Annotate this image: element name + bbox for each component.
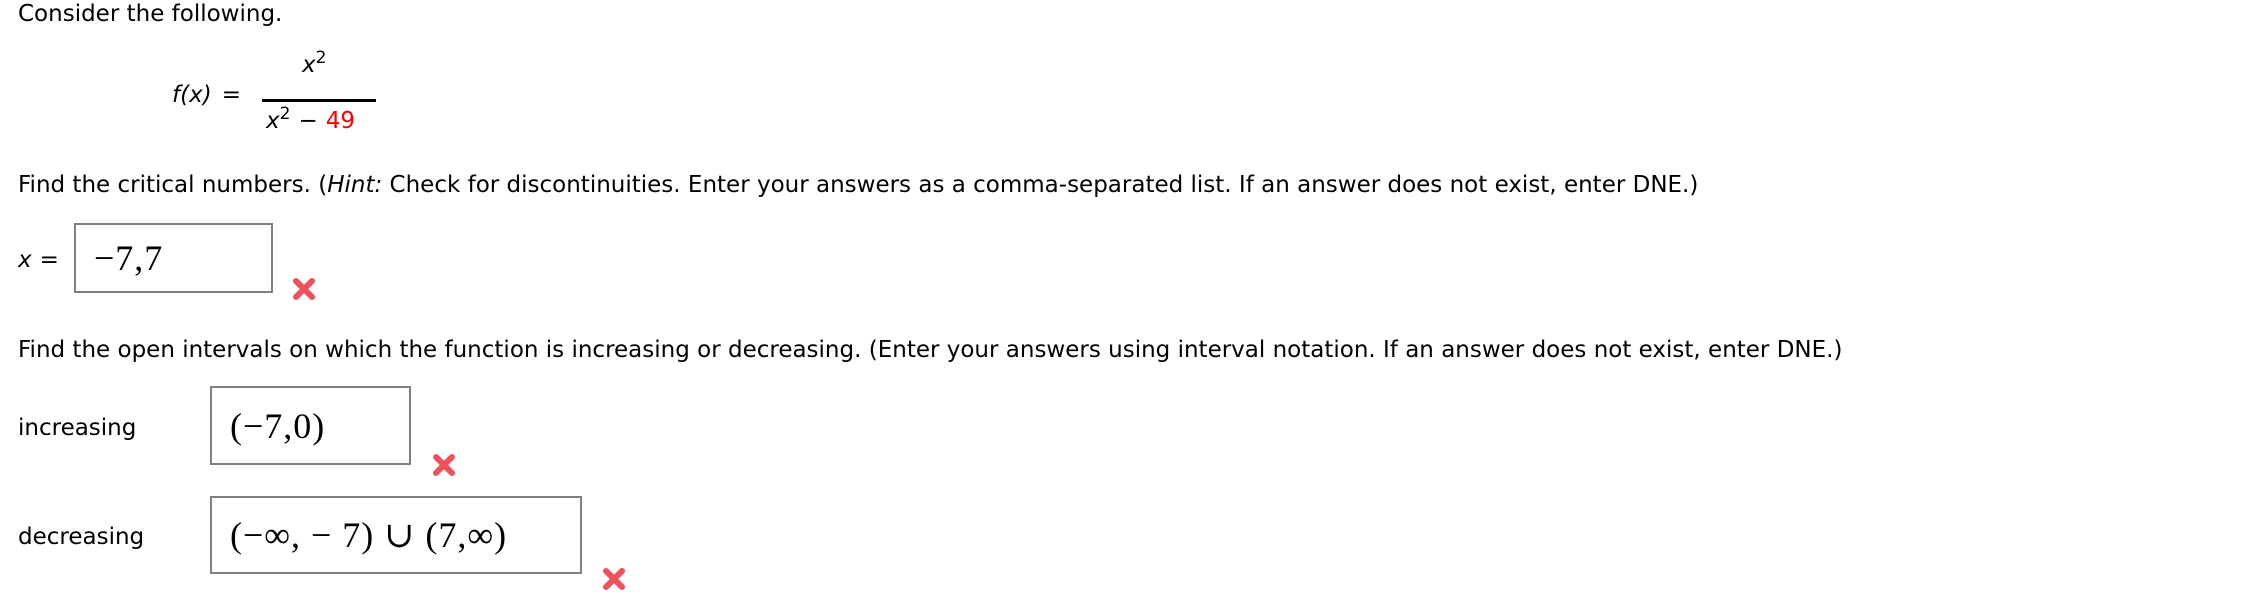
question-intervals: Find the open intervals on which the fun… xyxy=(18,337,1843,363)
equals-sign: = xyxy=(221,82,241,108)
numerator-exponent: 2 xyxy=(315,48,327,68)
fraction-denominator: x2−49 xyxy=(266,106,355,136)
increasing-value: (−7,0) xyxy=(230,405,326,446)
question-critical-numbers: Find the critical numbers. (Hint: Check … xyxy=(18,171,1698,199)
question-text: Find the critical numbers. ( xyxy=(18,172,328,198)
critical-numbers-label: x = xyxy=(18,246,59,274)
incorrect-x-icon xyxy=(433,454,455,476)
numerator-var: x xyxy=(302,52,316,78)
function-name: f xyxy=(172,82,181,108)
fraction-bar xyxy=(262,99,376,102)
hint-text: Check for discontinuities. Enter your an… xyxy=(382,172,1699,198)
function-var: x xyxy=(189,82,203,108)
x-var: x xyxy=(18,247,32,273)
intro-text: Consider the following. xyxy=(18,1,283,27)
incorrect-x-icon xyxy=(603,568,625,590)
denominator-exponent: 2 xyxy=(279,104,291,124)
increasing-label: increasing xyxy=(18,415,137,441)
incorrect-x-icon xyxy=(293,278,315,300)
critical-numbers-value: −7,7 xyxy=(94,238,164,278)
decreasing-value: (−∞, − 7) ∪ (7,∞) xyxy=(230,515,508,555)
function-lhs: f(x) = xyxy=(172,82,241,108)
denominator-var: x xyxy=(266,108,280,134)
denominator-constant: 49 xyxy=(325,108,356,134)
hint-label: Hint: xyxy=(327,172,383,198)
equals-sign: = xyxy=(39,247,59,273)
decreasing-input[interactable]: (−∞, − 7) ∪ (7,∞) xyxy=(210,496,582,574)
increasing-input[interactable]: (−7,0) xyxy=(210,386,411,465)
minus-sign: − xyxy=(298,108,318,134)
fraction-numerator: x2 xyxy=(302,50,326,80)
decreasing-label: decreasing xyxy=(18,524,145,550)
critical-numbers-input[interactable]: −7,7 xyxy=(74,223,273,293)
